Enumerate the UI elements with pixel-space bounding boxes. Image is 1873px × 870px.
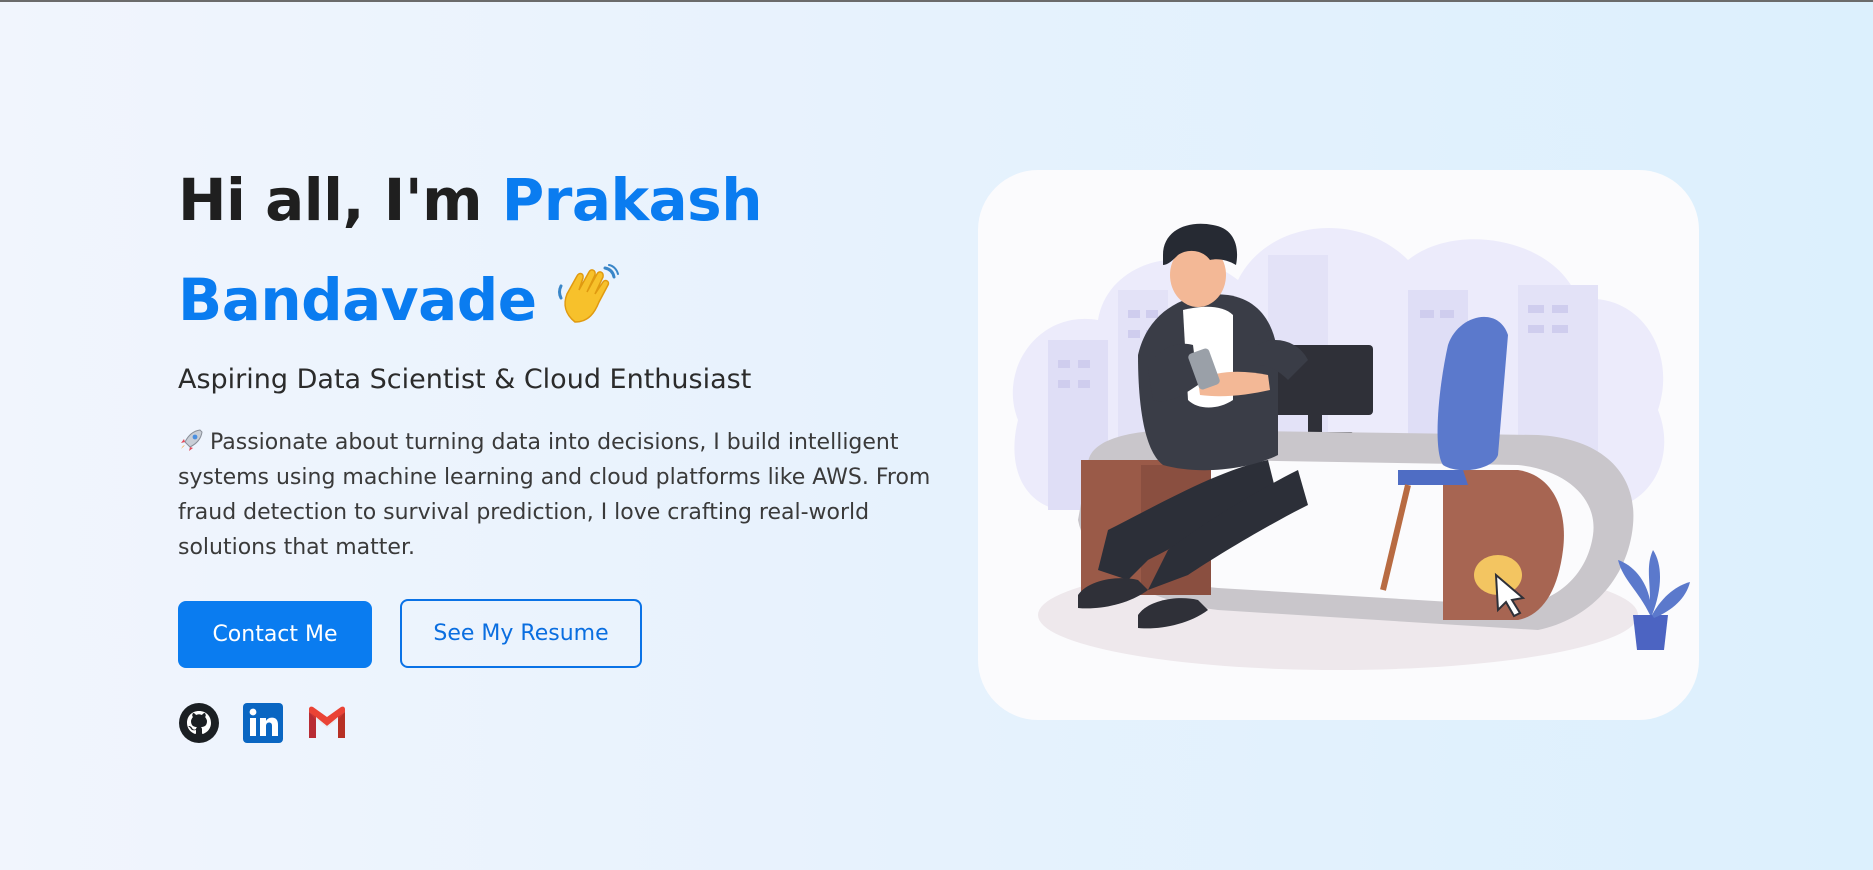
see-resume-button[interactable]: See My Resume xyxy=(400,599,642,668)
greeting-text: Hi all, I'm xyxy=(178,166,502,234)
name-first: Prakash xyxy=(501,166,763,234)
top-border xyxy=(0,0,1873,2)
rocket-icon xyxy=(181,429,203,451)
name-last: Bandavade xyxy=(178,266,537,334)
hero-subtitle: Aspiring Data Scientist & Cloud Enthusia… xyxy=(178,364,752,395)
person-at-desk-illustration xyxy=(1012,223,1690,670)
waving-hand-icon xyxy=(557,264,619,323)
github-icon[interactable] xyxy=(178,702,220,744)
hero-heading: Hi all, I'm Prakash Bandavade xyxy=(178,150,958,350)
social-links xyxy=(178,702,348,744)
hero-description: Passionate about turning data into decis… xyxy=(178,430,931,560)
hero-description-block: Passionate about turning data into decis… xyxy=(178,425,958,565)
hero-illustration xyxy=(978,170,1699,720)
hero-title: Hi all, I'm Prakash Bandavade xyxy=(178,150,958,350)
linkedin-icon[interactable] xyxy=(242,702,284,744)
contact-me-button[interactable]: Contact Me xyxy=(178,601,372,668)
gmail-icon[interactable] xyxy=(306,702,348,744)
